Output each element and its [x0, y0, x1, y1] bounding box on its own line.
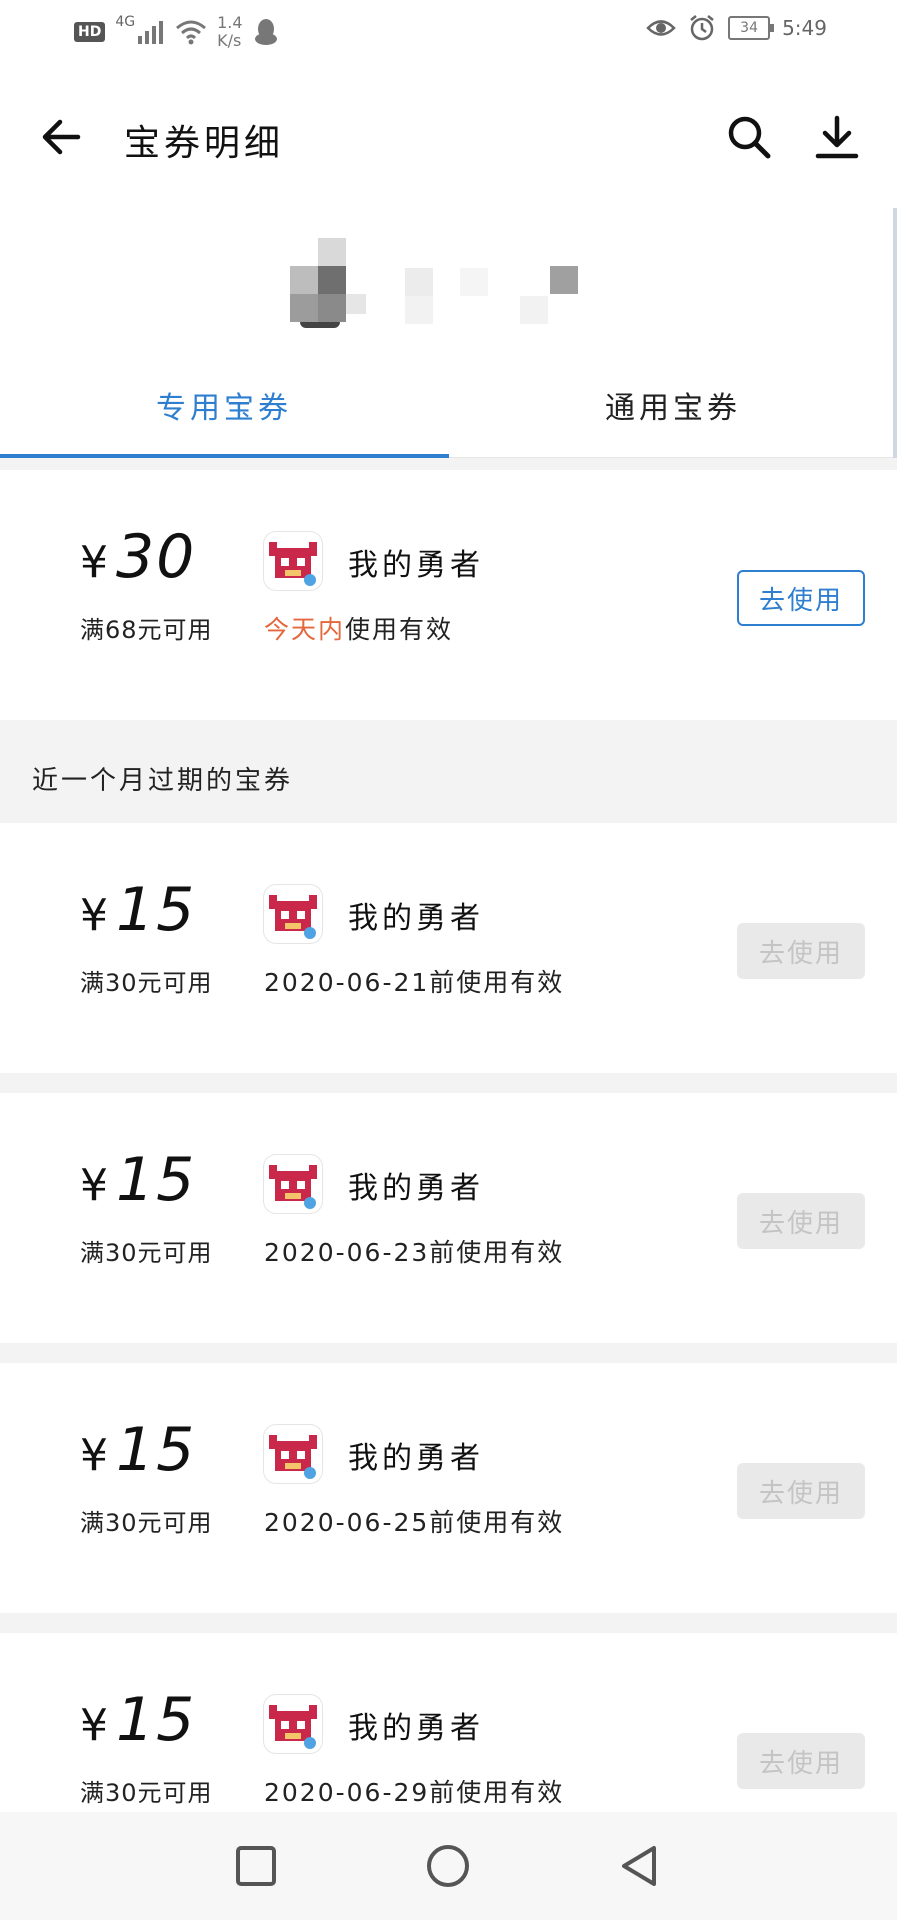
expired-coupon-card: ¥15 满30元可用 我的勇者 2020-06-25前使用有效 去使用 [0, 1363, 897, 1613]
coupon-validity: 2020-06-23前使用有效 [264, 1238, 565, 1267]
coupon-tabs: 专用宝券 通用宝券 [0, 353, 897, 459]
speed-unit: K/s [217, 31, 242, 50]
coupon-validity: 今天内使用有效 [264, 610, 453, 646]
hero-game-icon [269, 1165, 317, 1209]
coupon-validity: 2020-06-21前使用有效 [264, 968, 565, 997]
amount-value: 15 [116, 875, 197, 945]
status-right: 34 5:49 [646, 14, 827, 42]
coupon-condition: 满30元可用 [80, 969, 213, 997]
network-type: 4G [115, 14, 136, 30]
currency-symbol: ¥ [80, 1430, 110, 1481]
app-name: 我的勇者 [348, 901, 484, 936]
section-title: 近一个月过期的宝券 [32, 766, 294, 796]
game-app-icon [264, 885, 322, 943]
coupon-validity: 2020-06-29前使用有效 [264, 1778, 565, 1807]
amount-value: 15 [116, 1415, 197, 1485]
tab-general-coupons[interactable]: 通用宝券 [449, 353, 897, 457]
coupon-amount: ¥15 [80, 875, 196, 945]
coupon-amount: ¥15 [80, 1685, 196, 1755]
back-arrow-icon[interactable] [38, 112, 88, 162]
divider [0, 458, 897, 470]
game-app-icon [264, 1155, 322, 1213]
page-title: 宝券明细 [124, 123, 285, 164]
app-bar: 宝券明细 [0, 70, 897, 209]
amount-value: 15 [116, 1145, 197, 1215]
use-coupon-button-disabled: 去使用 [737, 1463, 865, 1519]
divider [0, 1343, 897, 1363]
hero-game-icon [269, 1435, 317, 1479]
coupon-card: ¥30 满68元可用 我的勇者 今天内使用有效 去使用 [0, 470, 897, 720]
search-icon[interactable] [724, 112, 774, 162]
coupon-condition: 满68元可用 [80, 616, 213, 644]
eye-comfort-icon [646, 20, 676, 36]
use-coupon-button-disabled: 去使用 [737, 1733, 865, 1789]
currency-symbol: ¥ [80, 890, 110, 941]
hero-game-icon [269, 1705, 317, 1749]
system-nav-bar [0, 1812, 897, 1920]
validity-highlight: 今天内 [264, 615, 346, 644]
status-bar: HD 4G 1.4 K/s 34 5:49 [0, 0, 897, 70]
coupon-amount: ¥15 [80, 1415, 196, 1485]
use-coupon-button[interactable]: 去使用 [737, 570, 865, 626]
clock-time: 5:49 [782, 16, 827, 40]
divider [0, 1613, 897, 1633]
amount-value: 15 [116, 1685, 197, 1755]
coupon-condition: 满30元可用 [80, 1509, 213, 1537]
divider [0, 1073, 897, 1093]
app-name: 我的勇者 [348, 1441, 484, 1476]
coupon-condition: 满30元可用 [80, 1779, 213, 1807]
network-speed: 1.4 K/s [217, 14, 242, 50]
coupon-amount: ¥30 [80, 522, 196, 592]
signal-icon [138, 21, 164, 44]
coupon-validity: 2020-06-25前使用有效 [264, 1508, 565, 1537]
qq-penguin-icon [254, 19, 277, 45]
app-name: 我的勇者 [348, 1711, 484, 1746]
game-app-icon [264, 1425, 322, 1483]
tab-dedicated-coupons[interactable]: 专用宝券 [0, 353, 448, 457]
coupon-condition: 满30元可用 [80, 1239, 213, 1267]
battery-icon: 34 [728, 16, 775, 40]
scrollbar[interactable] [893, 208, 897, 458]
expired-section-header: 近一个月过期的宝券 [0, 720, 897, 823]
currency-symbol: ¥ [80, 1160, 110, 1211]
use-coupon-button-disabled: 去使用 [737, 1193, 865, 1249]
recent-apps-square-icon[interactable] [228, 1838, 284, 1894]
home-circle-icon[interactable] [420, 1838, 476, 1894]
speed-value: 1.4 [217, 13, 243, 32]
hero-game-icon [269, 895, 317, 939]
hd-badge: HD [74, 22, 106, 42]
blurred-username [400, 238, 690, 348]
app-name: 我的勇者 [348, 548, 484, 583]
amount-value: 30 [116, 522, 197, 592]
game-app-icon [264, 532, 322, 590]
coupon-amount: ¥15 [80, 1145, 196, 1215]
alarm-icon [690, 15, 714, 41]
wifi-icon [176, 20, 207, 45]
hero-game-icon [269, 542, 317, 586]
game-app-icon [264, 1695, 322, 1753]
status-left: HD 4G 1.4 K/s [74, 14, 279, 50]
validity-suffix: 使用有效 [345, 615, 454, 644]
currency-symbol: ¥ [80, 1700, 110, 1751]
expired-coupon-card: ¥15 满30元可用 我的勇者 2020-06-23前使用有效 去使用 [0, 1093, 897, 1343]
download-icon[interactable] [812, 112, 862, 162]
expired-coupon-card: ¥15 满30元可用 我的勇者 2020-06-21前使用有效 去使用 [0, 823, 897, 1073]
app-name: 我的勇者 [348, 1171, 484, 1206]
back-triangle-icon[interactable] [612, 1838, 668, 1894]
user-profile [0, 208, 897, 353]
use-coupon-button-disabled: 去使用 [737, 923, 865, 979]
currency-symbol: ¥ [80, 537, 110, 588]
